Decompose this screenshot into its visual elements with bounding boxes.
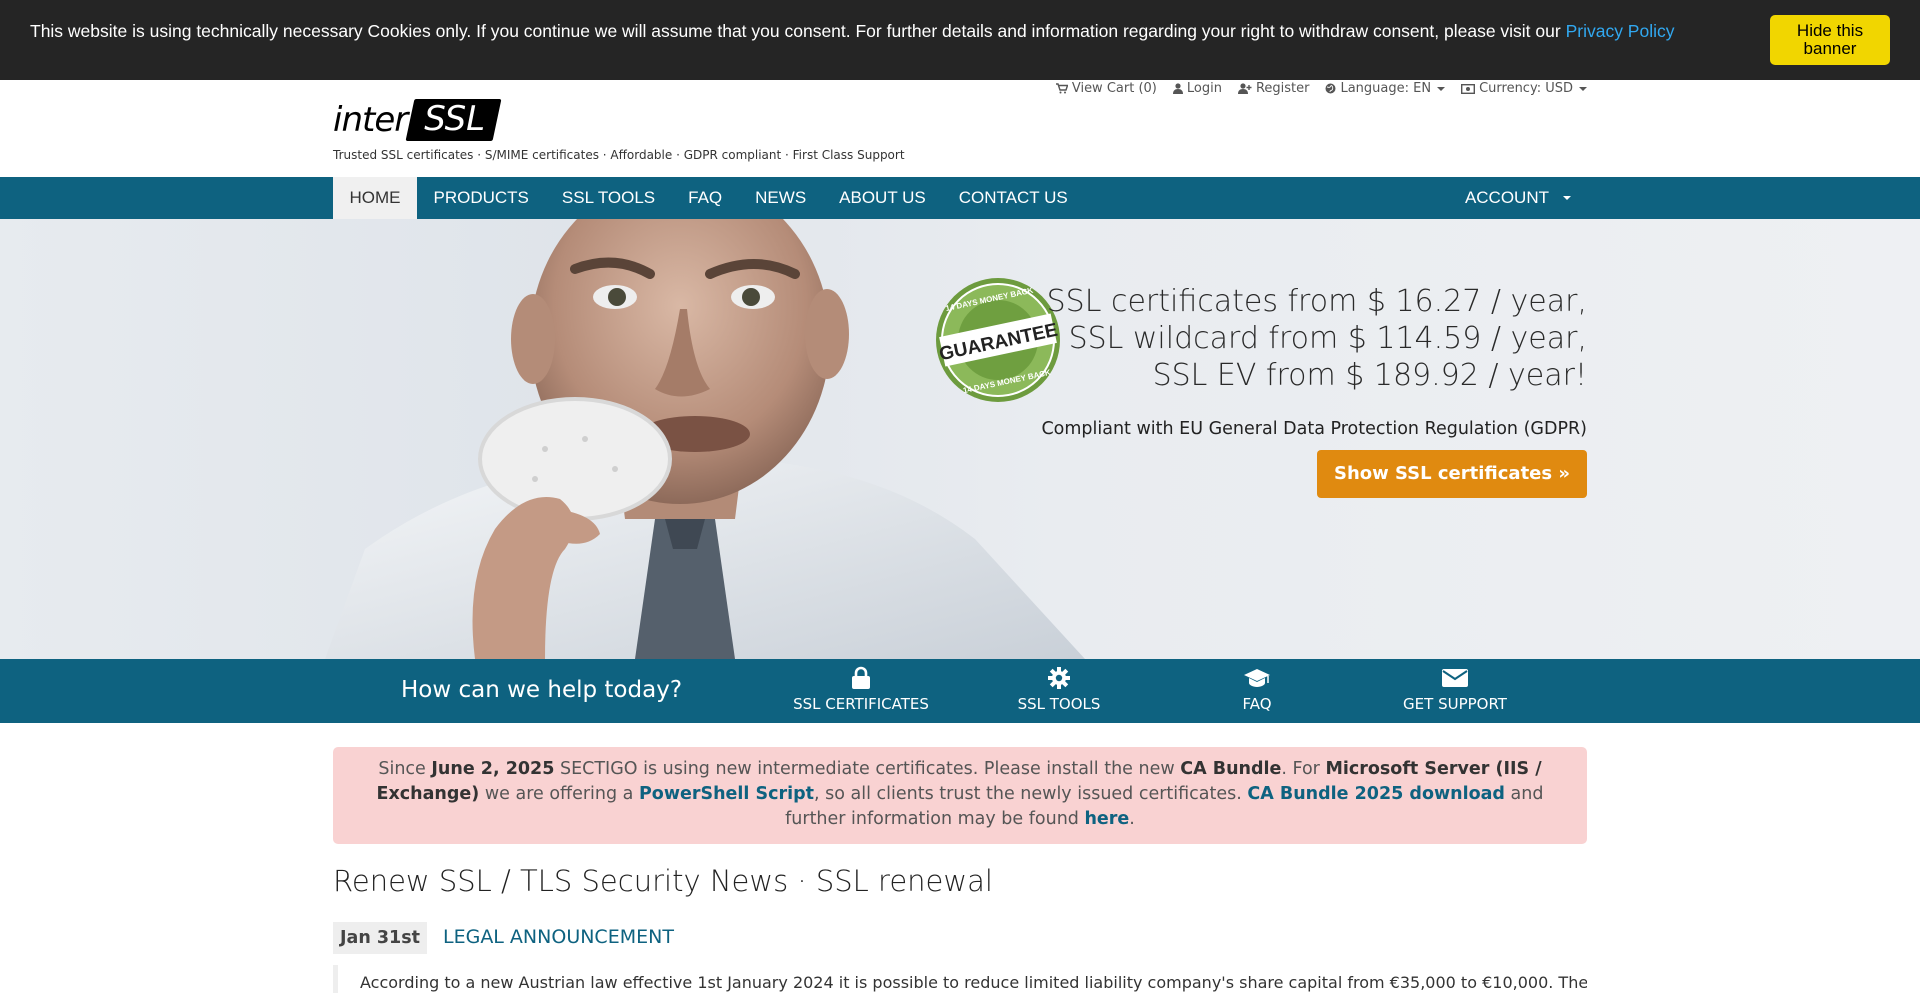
hero-line-wildcard: SSL wildcard from $ 114.59 / year, <box>1068 321 1587 356</box>
graduation-cap-icon <box>1244 669 1270 687</box>
help-ssl-tools[interactable]: SSL TOOLS <box>979 665 1139 713</box>
help-get-support[interactable]: GET SUPPORT <box>1375 665 1535 713</box>
gdpr-statement: Compliant with EU General Data Protectio… <box>1041 419 1587 439</box>
alert-date: June 2, 2025 <box>431 759 555 779</box>
cookie-text: This website is using technically necess… <box>30 21 1675 42</box>
view-cart-label: View Cart (0) <box>1071 81 1157 96</box>
view-cart-link[interactable]: View Cart (0) <box>1055 81 1157 96</box>
news-excerpt: According to a new Austrian law effectiv… <box>333 965 1587 993</box>
hero-line-ssl: SSL certificates from $ 16.27 / year, <box>1046 284 1587 319</box>
lock-icon <box>852 666 870 689</box>
logo-box-text: SSL <box>424 99 486 139</box>
alert-text: . For <box>1281 759 1326 779</box>
chevron-down-icon <box>1579 86 1587 91</box>
help-ssl-tools-label: SSL TOOLS <box>1017 695 1101 713</box>
nav-item-about-us[interactable]: ABOUT US <box>823 177 943 219</box>
account-label: ACCOUNT <box>1464 188 1549 207</box>
user-icon <box>1172 83 1183 94</box>
hero-banner: GUARANTEE 14 DAYS MONEY BACK 14 DAYS MON… <box>0 219 1920 659</box>
money-back-guarantee-badge: GUARANTEE 14 DAYS MONEY BACK 14 DAYS MON… <box>936 278 1060 402</box>
alert-text: . <box>1129 809 1135 829</box>
currency-dropdown[interactable]: Currency: USD <box>1461 81 1587 96</box>
help-faq[interactable]: FAQ <box>1177 665 1337 713</box>
powershell-script-link[interactable]: PowerShell Script <box>639 784 814 804</box>
sectigo-alert: Since June 2, 2025 SECTIGO is using new … <box>333 747 1587 844</box>
user-plus-icon <box>1237 83 1252 94</box>
nav-item-faq[interactable]: FAQ <box>672 177 739 219</box>
account-dropdown[interactable]: ACCOUNT <box>1449 177 1587 219</box>
alert-text: we are offering a <box>479 784 639 804</box>
nav-item-products[interactable]: PRODUCTS <box>417 177 545 219</box>
language-label: Language: EN <box>1340 81 1432 96</box>
hero-price-headline: SSL certificates from $ 16.27 / year, SS… <box>1047 283 1587 394</box>
top-links: View Cart (0) Login Register Language: E… <box>1055 81 1587 96</box>
chevron-down-icon <box>1437 86 1446 91</box>
help-get-support-label: GET SUPPORT <box>1403 695 1507 713</box>
cookie-message: This website is using technically necess… <box>30 21 1566 41</box>
gear-icon <box>1048 667 1070 689</box>
envelope-icon <box>1442 669 1468 687</box>
cookie-banner: This website is using technically necess… <box>0 0 1920 80</box>
nav-item-contact-us[interactable]: CONTACT US <box>942 177 1084 219</box>
login-label: Login <box>1186 81 1222 96</box>
help-faq-label: FAQ <box>1242 695 1272 713</box>
tagline: Trusted SSL certificates · S/MIME certif… <box>333 148 905 162</box>
register-label: Register <box>1255 81 1310 96</box>
nav-item-ssl-tools[interactable]: SSL TOOLS <box>545 177 671 219</box>
news-title-link[interactable]: LEGAL ANNOUNCEMENT <box>443 926 674 948</box>
alert-text: SECTIGO is using new intermediate certif… <box>554 759 1181 779</box>
cart-icon <box>1055 83 1068 94</box>
alert-text: Since <box>378 759 432 779</box>
help-bar: How can we help today? SSL CERTIFICATES … <box>0 659 1920 723</box>
help-ssl-certificates[interactable]: SSL CERTIFICATES <box>781 665 941 713</box>
nav-item-news[interactable]: NEWS <box>739 177 823 219</box>
login-link[interactable]: Login <box>1172 81 1222 96</box>
nav-menu: HOME PRODUCTS SSL TOOLS FAQ NEWS ABOUT U… <box>333 177 1084 219</box>
alert-ca-bundle: CA Bundle <box>1180 759 1282 779</box>
help-ssl-certificates-label: SSL CERTIFICATES <box>793 695 929 713</box>
intersl-logo[interactable]: inter SSL <box>333 99 502 141</box>
logo-prefix: inter <box>333 100 408 140</box>
chevron-down-icon <box>1563 196 1571 200</box>
news-date-badge: Jan 31st <box>333 922 428 954</box>
register-link[interactable]: Register <box>1237 81 1310 96</box>
money-icon <box>1461 83 1476 94</box>
help-title: How can we help today? <box>401 677 683 703</box>
logo-box: SSL <box>405 99 502 141</box>
main-nav: HOME PRODUCTS SSL TOOLS FAQ NEWS ABOUT U… <box>0 177 1920 219</box>
news-heading: Renew SSL / TLS Security News · SSL rene… <box>333 864 993 898</box>
hide-banner-button[interactable]: Hide this banner <box>1770 15 1890 65</box>
hero-line-ev: SSL EV from $ 189.92 / year! <box>1152 358 1587 393</box>
alert-text: , so all clients trust the newly issued … <box>814 784 1248 804</box>
here-link[interactable]: here <box>1084 809 1129 829</box>
nav-item-home[interactable]: HOME <box>333 177 417 219</box>
show-ssl-certificates-button[interactable]: Show SSL certificates » <box>1316 450 1587 498</box>
currency-label: Currency: USD <box>1479 81 1573 96</box>
language-dropdown[interactable]: Language: EN <box>1325 81 1446 96</box>
ca-bundle-download-link[interactable]: CA Bundle 2025 download <box>1247 784 1505 804</box>
privacy-policy-link[interactable]: Privacy Policy <box>1566 21 1675 41</box>
globe-icon <box>1325 83 1336 94</box>
